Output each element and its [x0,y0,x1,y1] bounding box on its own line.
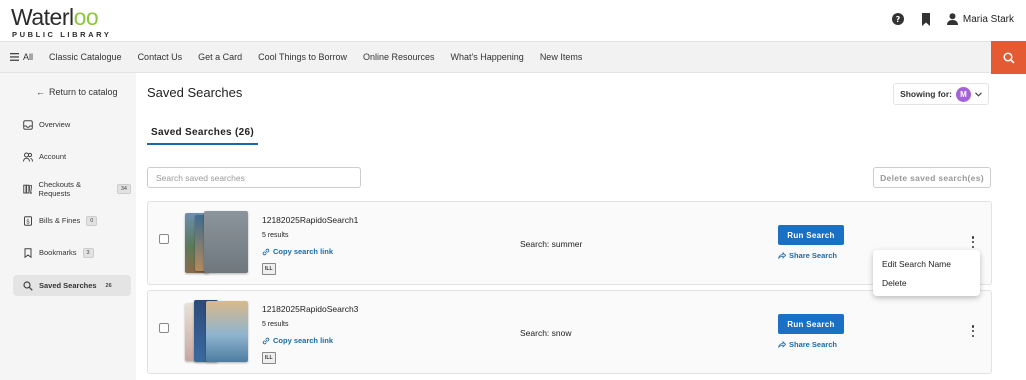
nav-online-resources[interactable]: Online Resources [363,52,435,62]
saved-search-name: 12182025RapidoSearch3 [262,304,359,314]
logo-text: Waterl [11,4,74,30]
user-name: Maria Stark [962,13,1014,25]
user-menu[interactable]: Maria Stark [946,13,1014,25]
link-icon [262,248,270,255]
share-icon [778,252,786,259]
saved-searches-count-badge: 26 [105,282,112,289]
results-count: 5 results [262,321,289,328]
copy-search-link[interactable]: Copy search link [262,247,333,256]
books-icon [23,184,33,194]
book-cover [206,301,248,362]
logo-oo: oo [73,4,99,30]
main-nav: All Classic Catalogue Contact Us Get a C… [0,41,1026,74]
saved-search-card: 12182025RapidoSearch3 5 results Copy sea… [147,290,992,374]
sidebar-item-saved-searches[interactable]: Saved Searches 26 [13,275,131,296]
tab-saved-searches[interactable]: Saved Searches (26) [147,127,258,145]
nav-get-a-card[interactable]: Get a Card [198,52,242,62]
copy-search-link[interactable]: Copy search link [262,336,333,345]
search-saved-searches-input[interactable] [147,167,361,188]
sidebar-item-bookmarks[interactable]: Bookmarks 3 [13,242,131,263]
return-to-catalog-link[interactable]: ← Return to catalog [36,87,118,97]
logo-subtitle: PUBLIC LIBRARY [12,30,112,39]
bill-icon: $ [24,215,32,226]
bills-count-badge: 0 [86,215,98,226]
select-checkbox[interactable] [159,234,169,244]
run-search-button[interactable]: Run Search [778,314,844,334]
nav-new-items[interactable]: New Items [540,52,583,62]
inbox-icon [23,119,33,130]
search-query: Search: summer [520,239,583,249]
cover-thumbnails [185,211,249,275]
delete-menu-item[interactable]: Delete [882,278,907,288]
search-icon [1002,51,1015,64]
bookmark-icon[interactable] [919,12,933,26]
user-icon [946,13,958,25]
more-options-icon[interactable] [969,236,977,248]
share-search-link[interactable]: Share Search [778,251,837,260]
page-title: Saved Searches [147,85,243,100]
main-content: Saved Searches Showing for: M Saved Sear… [136,73,992,380]
hamburger-icon [10,53,19,61]
search-icon [23,280,33,291]
saved-search-name: 12182025RapidoSearch1 [262,215,359,225]
nav-contact-us[interactable]: Contact Us [138,52,183,62]
checkouts-count-badge: 34 [116,183,131,194]
sidebar-item-account[interactable]: Account [13,146,131,167]
sidebar-item-checkouts[interactable]: Checkouts & Requests 34 [13,178,131,199]
nav-cool-things[interactable]: Cool Things to Borrow [258,52,347,62]
book-cover [204,211,248,273]
edit-search-name-menu-item[interactable]: Edit Search Name [882,259,951,269]
search-query: Search: snow [520,328,572,338]
chevron-down-icon [975,91,982,97]
sidebar-item-bills[interactable]: $ Bills & Fines 0 [13,210,131,231]
showing-for-dropdown[interactable]: Showing for: M [893,83,989,105]
library-logo[interactable]: Waterloo PUBLIC LIBRARY [11,5,111,39]
bookmarks-count-badge: 3 [82,247,94,258]
bookmark-outline-icon [24,247,32,258]
svg-text:?: ? [896,15,901,24]
cover-thumbnails [185,300,249,364]
saved-search-context-menu: Edit Search Name Delete [873,250,980,296]
account-sidebar: ← Return to catalog Overview Account Che… [0,73,136,380]
arrow-left-icon: ← [36,87,45,97]
sidebar-item-overview[interactable]: Overview [13,114,131,135]
users-icon [23,152,33,162]
ill-badge: ILL [262,263,276,275]
more-options-icon[interactable] [969,325,977,337]
nav-classic-catalogue[interactable]: Classic Catalogue [49,52,122,62]
delete-saved-searches-button[interactable]: Delete saved search(es) [873,167,991,188]
avatar: M [956,86,971,102]
svg-text:$: $ [26,218,30,225]
results-count: 5 results [262,232,289,239]
link-icon [262,337,270,344]
select-checkbox[interactable] [159,323,169,333]
saved-search-card: 12182025RapidoSearch1 5 results Copy sea… [147,201,992,285]
nav-all[interactable]: All [10,52,33,62]
site-header: Waterloo PUBLIC LIBRARY ? Maria Stark [0,0,1026,41]
share-icon [778,341,786,348]
run-search-button[interactable]: Run Search [778,225,844,245]
nav-whats-happening[interactable]: What's Happening [451,52,524,62]
share-search-link[interactable]: Share Search [778,340,837,349]
search-button[interactable] [991,41,1026,74]
question-circle-icon[interactable]: ? [891,12,905,26]
ill-badge: ILL [262,352,276,364]
